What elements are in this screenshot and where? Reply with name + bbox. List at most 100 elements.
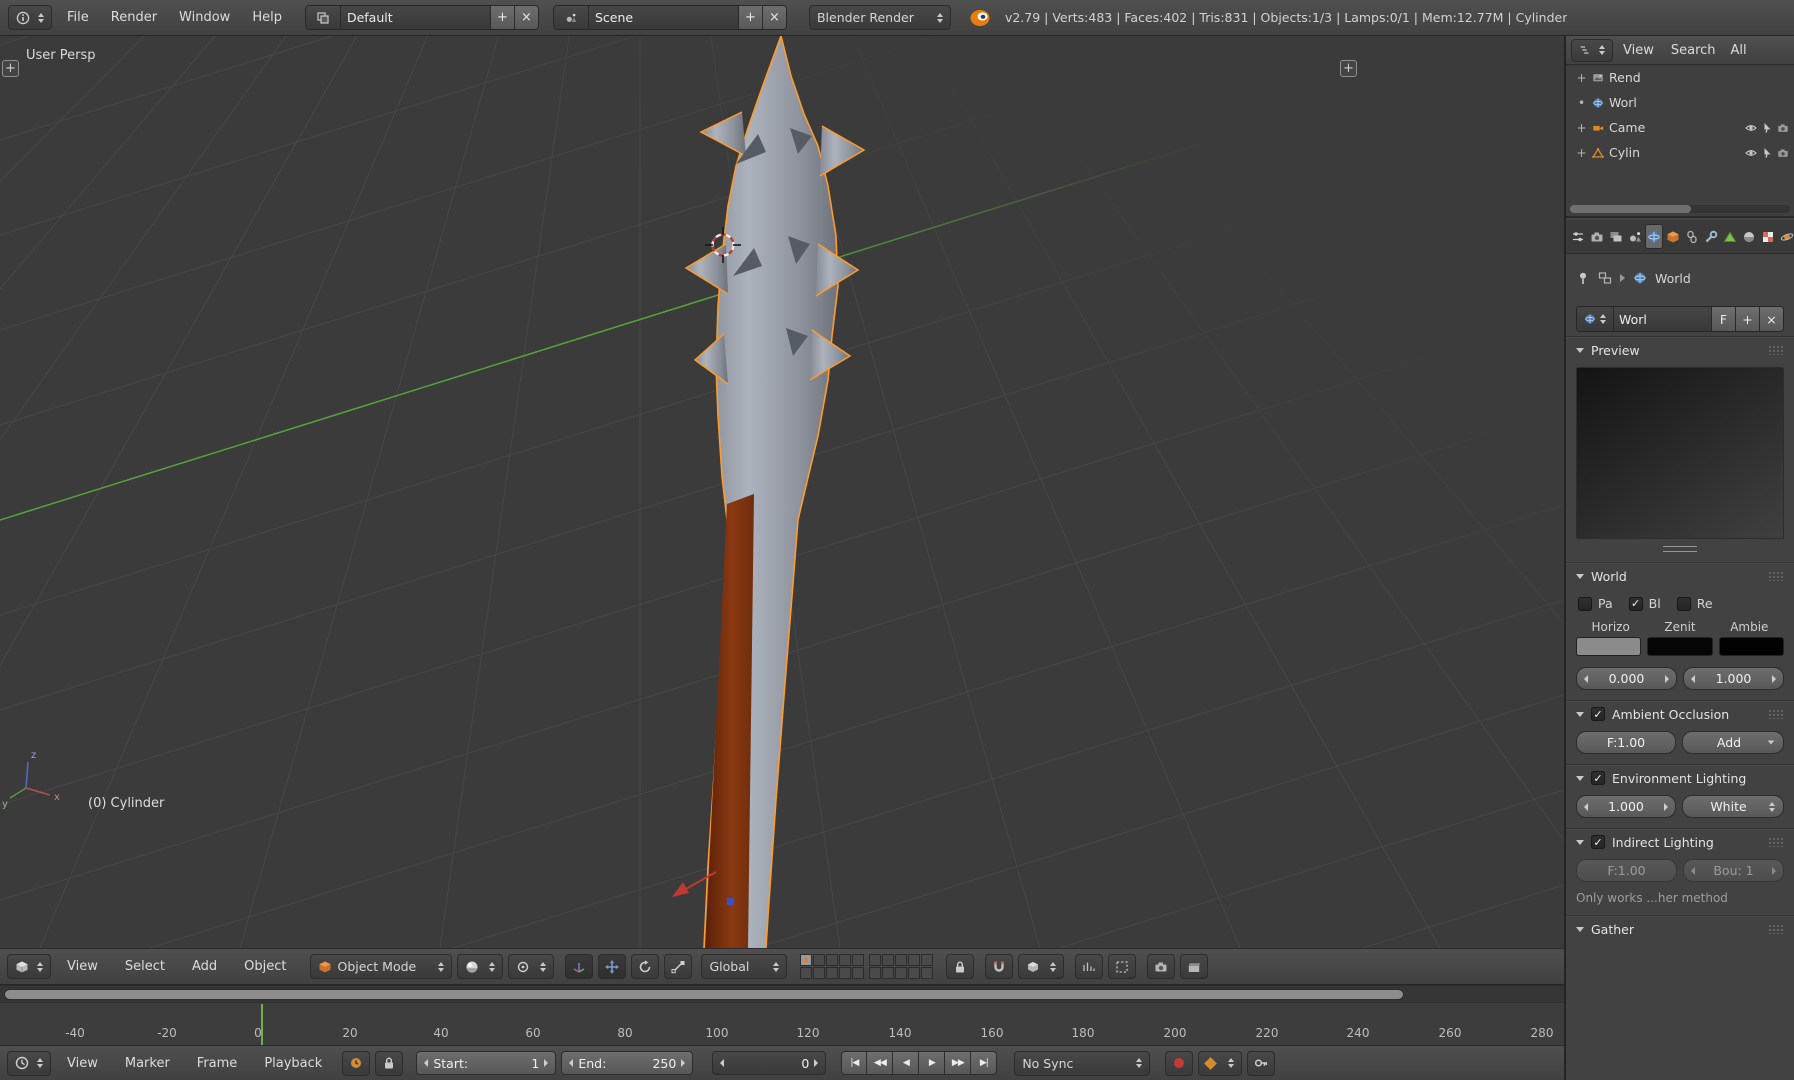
indirect-bounces-slider[interactable]: Bou: 1 <box>1683 859 1784 882</box>
current-frame-field[interactable]: 0 <box>712 1051 827 1075</box>
menu-help[interactable]: Help <box>241 10 293 25</box>
editor-type-button-outliner[interactable] <box>1571 38 1613 62</box>
tab-object[interactable] <box>1664 224 1682 249</box>
outliner-row-renderlayers[interactable]: + Rend <box>1566 65 1794 90</box>
layout-name-field[interactable]: Default <box>339 6 490 29</box>
indirect-factor-slider[interactable]: F:1.00 <box>1576 859 1677 882</box>
menu-tl-playback[interactable]: Playback <box>253 1056 333 1071</box>
prev-keyframe-button[interactable]: ◀◀ <box>867 1051 894 1075</box>
increment-icon[interactable] <box>1665 674 1669 683</box>
manipulator-toggle-button[interactable] <box>565 954 594 979</box>
tab-render[interactable] <box>1588 224 1606 249</box>
snap-element-select[interactable] <box>1018 954 1065 979</box>
increment-icon[interactable] <box>1772 674 1776 683</box>
new-world-button[interactable]: + <box>1735 307 1759 331</box>
outliner-scrollbar[interactable] <box>1570 205 1790 213</box>
browse-scenes-button[interactable] <box>553 6 588 29</box>
viewport-3d[interactable]: x y z User Persp (0) Cylinder + + <box>0 36 1564 948</box>
properties-editor-icon[interactable] <box>1569 224 1587 249</box>
add-scene-button[interactable]: + <box>737 6 762 29</box>
decrement-icon[interactable] <box>1584 674 1588 683</box>
next-keyframe-button[interactable]: ▶▶ <box>945 1051 972 1075</box>
cursor-arrow-icon[interactable] <box>1761 147 1773 159</box>
tab-physics[interactable] <box>1778 224 1794 249</box>
render-engine-select[interactable]: Blender Render <box>808 5 951 30</box>
render-border-button[interactable] <box>1108 954 1137 979</box>
outliner-row-world[interactable]: • Worl <box>1566 90 1794 115</box>
decrement-icon[interactable] <box>720 1059 725 1067</box>
indirect-enable-checkbox[interactable]: ✓ <box>1591 835 1605 849</box>
delete-layout-button[interactable]: × <box>513 6 538 29</box>
preview-resize-handle[interactable] <box>1663 546 1697 552</box>
panel-grip-icon[interactable] <box>1768 571 1784 581</box>
zenith-color-swatch[interactable] <box>1647 637 1713 656</box>
env-energy-slider[interactable]: 1.000 <box>1576 795 1676 818</box>
menu-render[interactable]: Render <box>100 10 168 25</box>
transform-orientation-select[interactable]: Global <box>701 954 788 979</box>
collapse-icon[interactable] <box>1576 775 1584 781</box>
end-frame-field[interactable]: End: 250 <box>561 1051 694 1075</box>
layers-group-2[interactable] <box>869 954 934 979</box>
outliner-row-cylinder[interactable]: + Cylin <box>1566 140 1794 165</box>
panel-indirect-header[interactable]: ✓ Indirect Lighting <box>1566 829 1794 855</box>
decrement-icon[interactable] <box>1691 674 1695 683</box>
exposure-slider[interactable]: 0.000 <box>1576 667 1677 690</box>
keying-set-select[interactable] <box>1198 1050 1243 1076</box>
expand-icon[interactable]: + <box>1576 121 1587 135</box>
eye-icon[interactable] <box>1745 122 1757 134</box>
ambient-color-swatch[interactable] <box>1718 637 1784 656</box>
tab-object-data[interactable] <box>1721 224 1739 249</box>
layers-group-1[interactable] <box>800 954 865 979</box>
layers-widget[interactable] <box>800 954 934 979</box>
menu-window[interactable]: Window <box>168 10 241 25</box>
opengl-render-anim-button[interactable] <box>1180 954 1209 979</box>
collapse-icon[interactable] <box>1576 711 1584 717</box>
menu-object[interactable]: Object <box>233 959 297 974</box>
scene-name-field[interactable]: Scene <box>587 6 738 29</box>
sync-mode-select[interactable]: No Sync <box>1014 1050 1151 1076</box>
tab-constraints[interactable] <box>1683 224 1701 249</box>
menu-select[interactable]: Select <box>114 959 176 974</box>
world-name-field[interactable]: Worl <box>1613 307 1711 331</box>
menu-tl-view[interactable]: View <box>56 1056 109 1071</box>
horizon-color-swatch[interactable] <box>1576 637 1642 656</box>
ao-factor-slider[interactable]: F:1.00 <box>1576 731 1676 754</box>
region-expand-right-button[interactable]: + <box>1340 60 1357 77</box>
translate-manipulator-button[interactable] <box>598 954 627 979</box>
decrement-icon[interactable] <box>424 1059 429 1067</box>
add-layout-button[interactable]: + <box>489 6 514 29</box>
pin-icon[interactable] <box>1576 271 1590 285</box>
collapse-icon[interactable] <box>1576 573 1584 579</box>
cursor-arrow-icon[interactable] <box>1761 122 1773 134</box>
insert-keyframe-button[interactable] <box>1247 1050 1276 1076</box>
jump-to-end-button[interactable]: ▶| <box>971 1051 998 1075</box>
eye-icon[interactable] <box>1745 147 1757 159</box>
expand-icon[interactable]: + <box>1576 146 1587 160</box>
auto-keyframe-button[interactable] <box>1165 1050 1194 1076</box>
menu-file[interactable]: File <box>56 10 100 25</box>
unlink-world-button[interactable]: × <box>1759 307 1783 331</box>
tab-render-layers[interactable] <box>1607 224 1625 249</box>
panel-preview-header[interactable]: Preview <box>1566 337 1794 363</box>
rotate-manipulator-button[interactable] <box>631 954 660 979</box>
decrement-icon[interactable] <box>1584 802 1588 811</box>
menu-tl-marker[interactable]: Marker <box>114 1056 181 1071</box>
panel-world-header[interactable]: World <box>1566 563 1794 589</box>
opengl-render-image-button[interactable] <box>1147 954 1176 979</box>
play-button[interactable]: ▶ <box>919 1051 946 1075</box>
browse-world-button[interactable] <box>1577 307 1613 331</box>
tab-modifiers[interactable] <box>1702 224 1720 249</box>
menu-view[interactable]: View <box>56 959 109 974</box>
expand-icon[interactable]: + <box>1576 71 1587 85</box>
increment-icon[interactable] <box>1772 866 1776 875</box>
outliner-menu-search[interactable]: Search <box>1664 43 1723 58</box>
pivot-point-select[interactable] <box>508 954 555 979</box>
tab-world[interactable] <box>1645 224 1663 249</box>
increment-icon[interactable] <box>814 1059 819 1067</box>
fake-user-button[interactable]: F <box>1711 307 1735 331</box>
timeline-scrollbar-thumb[interactable] <box>4 989 1404 1000</box>
increment-icon[interactable] <box>1664 802 1668 811</box>
editor-type-button-timeline[interactable] <box>7 1050 51 1076</box>
outliner-scrollbar-thumb[interactable] <box>1570 205 1691 213</box>
decrement-icon[interactable] <box>569 1059 574 1067</box>
